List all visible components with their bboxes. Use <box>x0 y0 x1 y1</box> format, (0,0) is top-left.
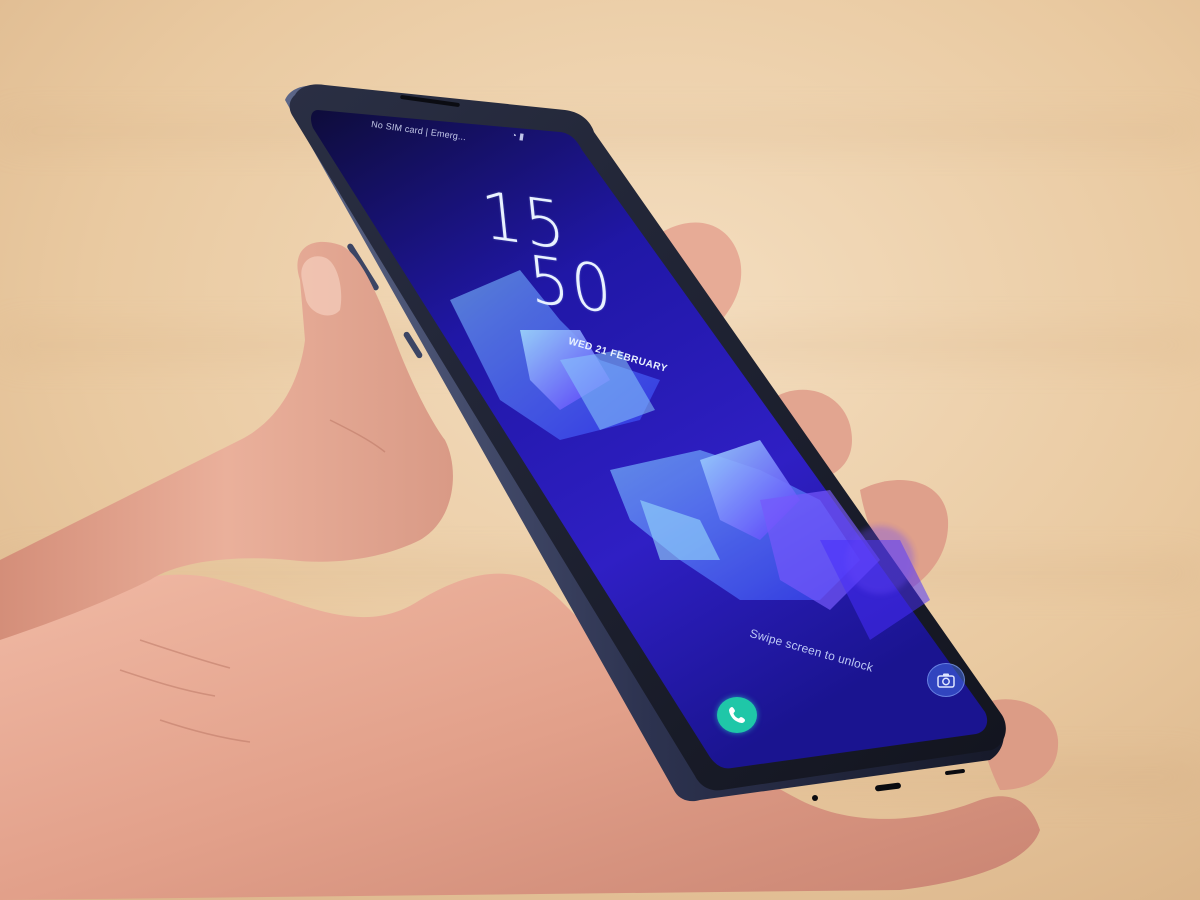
phone-shortcut-button[interactable] <box>717 697 757 733</box>
phone-icon <box>729 707 745 723</box>
photo-scene <box>0 0 1200 900</box>
camera-icon <box>937 673 955 688</box>
camera-shortcut-button[interactable] <box>927 663 965 697</box>
